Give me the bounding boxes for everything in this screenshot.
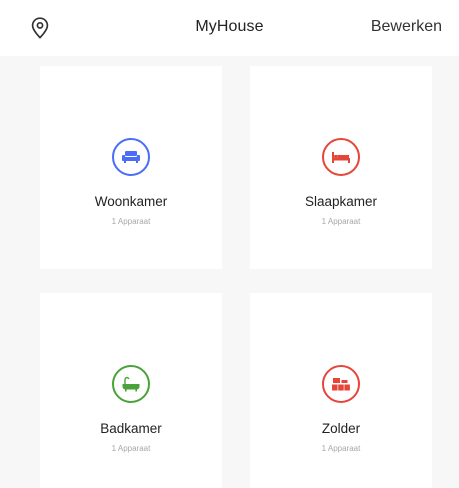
edit-button[interactable]: Bewerken (371, 18, 442, 36)
room-card-slaapkamer[interactable]: Slaapkamer 1 Apparaat (250, 66, 432, 269)
room-icon-badge (112, 138, 150, 176)
room-name: Zolder (321, 421, 361, 436)
room-card-zolder[interactable]: Zolder 1 Apparaat (250, 293, 432, 488)
room-card-woonkamer[interactable]: Woonkamer 1 Apparaat (40, 66, 222, 269)
room-device-count: 1 Apparaat (111, 217, 151, 226)
home-screen: MyHouse Bewerken Woonkamer 1 Apparaat Sl… (0, 0, 459, 488)
room-icon-badge (322, 138, 360, 176)
room-card-badkamer[interactable]: Badkamer 1 Apparaat (40, 293, 222, 488)
room-name: Woonkamer (94, 194, 168, 209)
room-icon-badge (322, 365, 360, 403)
room-device-count: 1 Apparaat (321, 217, 361, 226)
sofa-icon (122, 151, 140, 163)
rooms-grid: Woonkamer 1 Apparaat Slaapkamer 1 Appara… (0, 56, 459, 488)
bathtub-icon (122, 376, 140, 392)
room-name: Badkamer (100, 421, 162, 436)
room-name: Slaapkamer (304, 194, 378, 209)
boxes-icon (332, 378, 350, 391)
room-device-count: 1 Apparaat (321, 444, 361, 453)
room-device-count: 1 Apparaat (111, 444, 151, 453)
top-bar: MyHouse Bewerken (0, 0, 459, 56)
bed-icon (332, 152, 350, 163)
room-icon-badge (112, 365, 150, 403)
